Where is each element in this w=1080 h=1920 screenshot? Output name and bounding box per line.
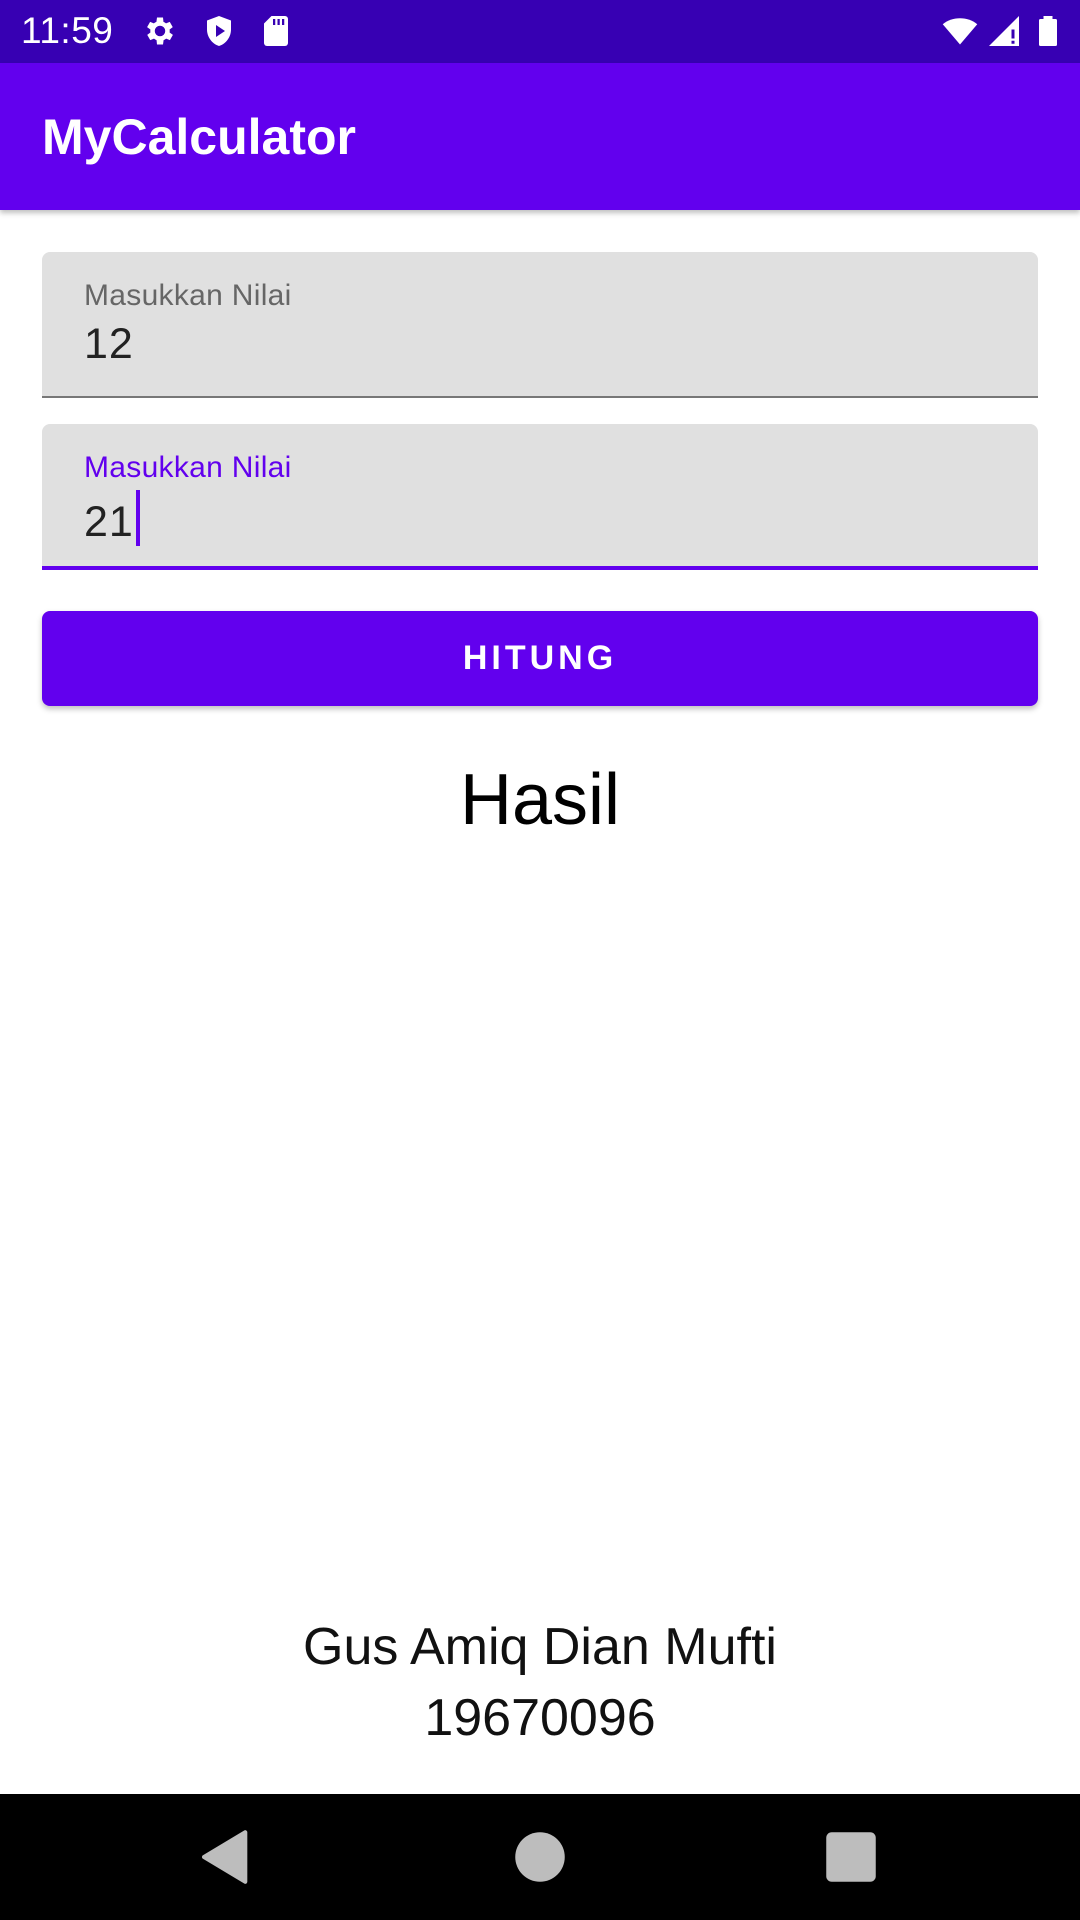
author-id: 19670096 (424, 1689, 656, 1747)
result-text: Hasil (459, 760, 621, 840)
first-value-label: Masukkan Nilai (84, 279, 292, 312)
home-icon[interactable] (507, 1824, 573, 1890)
sd-card-icon (264, 16, 288, 46)
second-value-input-wrapper[interactable]: 21 (84, 490, 140, 548)
recents-icon[interactable] (818, 1824, 884, 1890)
status-bar: 11:59 (0, 0, 1080, 63)
app-title: MyCalculator (42, 109, 356, 165)
first-value-field[interactable]: Masukkan Nilai 12 (42, 252, 1038, 398)
first-value-input[interactable]: 12 (84, 318, 134, 370)
shield-icon (207, 16, 231, 46)
gear-icon (147, 17, 173, 45)
author-name: Gus Amiq Dian Mufti (303, 1618, 777, 1676)
navigation-bar (0, 1794, 1080, 1920)
wifi-icon (942, 18, 978, 45)
signal-icon (989, 16, 1019, 46)
back-icon[interactable] (193, 1824, 259, 1890)
status-time: 11:59 (21, 10, 114, 51)
second-value-field[interactable]: Masukkan Nilai 21 (42, 424, 1038, 570)
second-value-input[interactable]: 21 (84, 498, 134, 546)
app-bar: MyCalculator (0, 63, 1080, 210)
second-value-label: Masukkan Nilai (84, 451, 292, 484)
battery-icon (1039, 16, 1057, 46)
text-cursor (135, 490, 140, 546)
hitung-button[interactable]: HITUNG (42, 611, 1038, 706)
